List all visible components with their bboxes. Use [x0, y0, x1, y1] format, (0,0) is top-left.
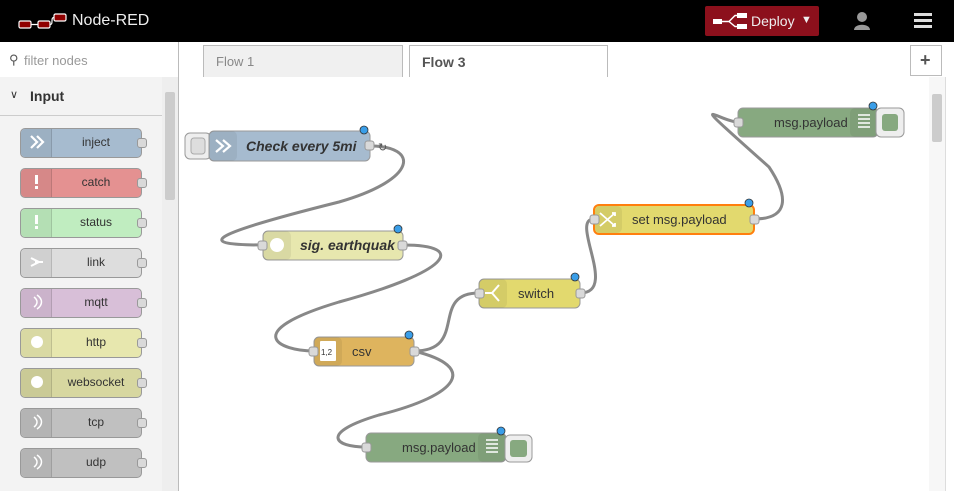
category-title: Input: [30, 88, 65, 104]
tab-label: Flow 1: [216, 54, 255, 69]
palette-node-mqtt[interactable]: mqtt: [20, 288, 147, 318]
flow-node-label: csv: [352, 344, 372, 359]
flow-node-label: set msg.payload: [632, 212, 727, 227]
tcp-icon: [21, 409, 52, 437]
flow-node-label: sig. earthquak: [300, 237, 396, 253]
palette-node-label: http: [85, 335, 106, 349]
deploy-icon: [713, 13, 747, 29]
palette-node-link[interactable]: link: [20, 248, 147, 278]
output-port: [137, 138, 147, 148]
output-port: [137, 458, 147, 468]
palette-node-label: link: [86, 255, 105, 269]
workspace-scrollbar[interactable]: [929, 77, 945, 491]
filter-nodes-input[interactable]: [22, 50, 176, 70]
user-icon: [854, 12, 870, 30]
output-port: [137, 298, 147, 308]
node-palette: ⚲ ∨ Input inject catch status link mqtt http w…: [0, 42, 179, 491]
sidebar-edge: [945, 77, 954, 491]
flow-node-inject[interactable]: Check every 5mi ↻: [184, 125, 387, 162]
palette-node-label: udp: [85, 455, 107, 469]
flow-node-label: switch: [518, 286, 554, 301]
flow-node-label: Check every 5mi: [246, 138, 358, 154]
palette-node-label: tcp: [87, 415, 104, 429]
palette-node-tcp[interactable]: tcp: [20, 408, 147, 438]
palette-filter: ⚲: [0, 42, 178, 78]
palette-node-label: websocket: [67, 375, 125, 389]
inject-icon: [21, 129, 52, 157]
status-icon: [21, 209, 52, 237]
search-icon: ⚲: [9, 52, 19, 67]
chevron-down-icon: ∨: [10, 89, 19, 101]
output-port: [137, 258, 147, 268]
udp-icon: [21, 449, 52, 477]
plus-icon: +: [920, 50, 931, 70]
websocket-icon: [21, 369, 52, 397]
link-icon: [21, 249, 52, 277]
output-port: [137, 378, 147, 388]
palette-node-udp[interactable]: udp: [20, 448, 147, 478]
palette-node-http[interactable]: http: [20, 328, 147, 358]
palette-category-input[interactable]: ∨ Input: [0, 77, 162, 116]
output-port: [137, 418, 147, 428]
wire: [413, 291, 480, 353]
wire: [274, 243, 443, 353]
flow-node-switch[interactable]: switch: [474, 272, 586, 309]
palette-node-label: status: [79, 215, 112, 229]
flow-workspace[interactable]: Check every 5mi ↻ sig. earthquak 1,2 csv: [179, 77, 929, 491]
palette-node-label: catch: [81, 175, 111, 189]
deploy-button[interactable]: Deploy ▼: [705, 6, 819, 36]
palette-node-inject[interactable]: inject: [20, 128, 147, 158]
flow-canvas[interactable]: Check every 5mi ↻ sig. earthquak 1,2 csv: [179, 77, 929, 491]
header-bar: Node-RED Deploy ▼: [0, 0, 954, 42]
palette-node-status[interactable]: status: [20, 208, 147, 238]
workspace-scroll-thumb[interactable]: [932, 94, 942, 142]
palette-node-label: inject: [81, 135, 110, 149]
caret-down-icon[interactable]: ▼: [801, 14, 812, 26]
app-title: Node-RED: [72, 12, 150, 29]
palette-scroll-thumb[interactable]: [165, 92, 175, 200]
output-port: [137, 338, 147, 348]
hamburger-menu-icon: [914, 13, 932, 28]
palette-node-catch[interactable]: catch: [20, 168, 147, 198]
flow-node-debug[interactable]: msg.payload: [361, 426, 533, 463]
tab-label: Flow 3: [422, 54, 466, 70]
palette-scrollbar[interactable]: [162, 77, 178, 491]
flow-tab-bar: Flow 1 Flow 3: [179, 42, 954, 79]
mqtt-icon: [21, 289, 52, 317]
tab-flow-3[interactable]: Flow 3: [409, 45, 608, 79]
http-icon: [21, 329, 52, 357]
flow-node-label: msg.payload: [402, 440, 476, 455]
repeat-icon: ↻: [378, 142, 387, 154]
output-port: [137, 218, 147, 228]
deploy-label: Deploy: [751, 13, 795, 29]
main-menu-button[interactable]: [910, 8, 938, 34]
flow-node-icon-text: 1,2: [321, 348, 333, 357]
flow-node-debug[interactable]: msg.payload: [733, 101, 905, 138]
palette-node-websocket[interactable]: websocket: [20, 368, 147, 398]
flow-node-http-request[interactable]: sig. earthquak: [257, 224, 408, 261]
catch-icon: [21, 169, 52, 197]
add-flow-button[interactable]: +: [910, 45, 942, 76]
user-button[interactable]: [848, 8, 876, 34]
palette-node-label: mqtt: [84, 295, 108, 309]
node-red-logo-icon: [18, 13, 67, 29]
output-port: [137, 178, 147, 188]
flow-node-label: msg.payload: [774, 115, 848, 130]
tab-flow-1[interactable]: Flow 1: [203, 45, 403, 77]
flow-node-csv[interactable]: 1,2 csv: [308, 330, 420, 367]
flow-node-change[interactable]: set msg.payload: [589, 198, 760, 235]
